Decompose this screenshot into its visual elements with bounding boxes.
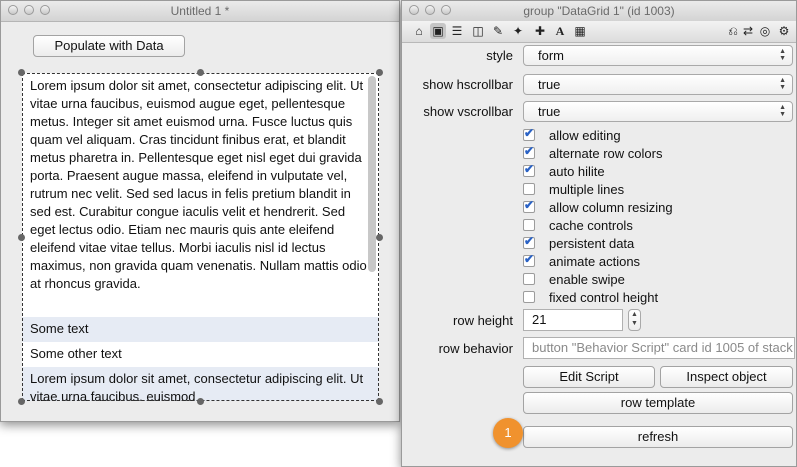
resize-handle-bottom-left[interactable] (18, 398, 25, 405)
cache-controls-label: cache controls (549, 217, 633, 233)
allow-editing-option[interactable]: allow editing (523, 126, 621, 144)
enable-swipe-option[interactable]: enable swipe (523, 270, 625, 288)
wand-icon[interactable]: ✦ (510, 23, 526, 39)
enable-swipe-checkbox[interactable] (523, 273, 535, 285)
fixed-control-height-option[interactable]: fixed control height (523, 288, 658, 306)
row-height-stepper[interactable]: ▲ ▼ (628, 309, 641, 331)
style-label: style (486, 48, 513, 63)
grid-row-2[interactable]: Some text (22, 317, 379, 342)
inspector-titlebar[interactable]: group "DataGrid 1" (id 1003) (402, 1, 796, 22)
lock-icon[interactable]: ⎌ (725, 23, 741, 39)
resize-handle-mid-right[interactable] (376, 234, 383, 241)
move-icon[interactable]: ✚ (532, 23, 548, 39)
inspector-toolbar: ⌂ ▣ ☰ ◫ ✎ ✦ ✚ A ▦ ⎌ ⇄ ◎ ⚙ (402, 21, 796, 43)
style-select[interactable]: form ▲ ▼ (523, 45, 793, 66)
show-vscrollbar-select[interactable]: true ▲ ▼ (523, 101, 793, 122)
persistent-data-option[interactable]: persistent data (523, 234, 634, 252)
grid-row-4[interactable]: Lorem ipsum dolor sit amet, consectetur … (22, 367, 379, 401)
home-icon[interactable]: ⌂ (411, 23, 427, 39)
auto-hilite-label: auto hilite (549, 163, 605, 179)
database-icon[interactable]: ◫ (470, 23, 486, 39)
resize-handle-bottom-center[interactable] (197, 398, 204, 405)
alternate-row-colors-label: alternate row colors (549, 145, 663, 161)
auto-hilite-option[interactable]: auto hilite (523, 162, 605, 180)
allow-editing-checkbox[interactable] (523, 126, 535, 141)
resize-handle-top-right[interactable] (376, 69, 383, 76)
data-grid[interactable]: Lorem ipsum dolor sit amet, consectetur … (22, 73, 379, 401)
allow-editing-label: allow editing (549, 127, 621, 143)
window-title: Untitled 1 * (170, 4, 230, 18)
cache-controls-checkbox[interactable] (523, 219, 535, 231)
edit-script-button[interactable]: Edit Script (523, 366, 655, 388)
grid-row-1[interactable]: Lorem ipsum dolor sit amet, consectetur … (22, 73, 379, 317)
unlink-icon[interactable]: ⇄ (740, 23, 756, 39)
step-badge: 1 (493, 418, 523, 448)
select-arrows-icon: ▲ ▼ (779, 48, 786, 62)
animate-actions-option[interactable]: animate actions (523, 252, 640, 270)
alternate-row-colors-checkbox[interactable] (523, 144, 535, 159)
text-icon[interactable]: A (552, 23, 568, 39)
populate-with-data-button[interactable]: Populate with Data (33, 35, 185, 57)
multiple-lines-option[interactable]: multiple lines (523, 180, 624, 198)
window-titlebar[interactable]: Untitled 1 * (1, 1, 399, 22)
fixed-control-height-checkbox[interactable] (523, 291, 535, 303)
show-hscrollbar-label: show hscrollbar (422, 77, 513, 92)
grid-row-3[interactable]: Some other text (22, 342, 379, 367)
inspector-title: group "DataGrid 1" (id 1003) (523, 4, 675, 18)
auto-hilite-checkbox[interactable] (523, 162, 535, 177)
select-arrows-icon: ▲ ▼ (779, 104, 786, 118)
grid-icon[interactable]: ▦ (572, 23, 588, 39)
show-vscrollbar-label: show vscrollbar (423, 104, 513, 119)
gear-icon[interactable]: ⚙ (776, 23, 792, 39)
show-hscrollbar-select[interactable]: true ▲ ▼ (523, 74, 793, 95)
select-arrows-icon: ▲ ▼ (779, 77, 786, 91)
row-height-field[interactable]: 21 (523, 309, 623, 331)
alternate-row-colors-option[interactable]: alternate row colors (523, 144, 662, 162)
resize-handle-bottom-right[interactable] (376, 398, 383, 405)
persistent-data-label: persistent data (549, 235, 635, 251)
cache-controls-option[interactable]: cache controls (523, 216, 633, 234)
allow-column-resizing-label: allow column resizing (549, 199, 673, 215)
fixed-control-height-label: fixed control height (549, 289, 659, 305)
style-value: form (538, 48, 564, 63)
show-vscrollbar-value: true (538, 104, 561, 119)
animate-actions-checkbox[interactable] (523, 252, 535, 267)
resize-handle-mid-left[interactable] (18, 234, 25, 241)
target-icon[interactable]: ◎ (757, 23, 773, 39)
pencil-icon[interactable]: ✎ (490, 23, 506, 39)
persistent-data-checkbox[interactable] (523, 234, 535, 249)
property-inspector-window: group "DataGrid 1" (id 1003) ⌂ ▣ ☰ ◫ ✎ ✦… (401, 0, 797, 467)
grid-vertical-scrollbar[interactable] (368, 76, 376, 272)
inspect-object-button[interactable]: Inspect object (660, 366, 793, 388)
list-icon[interactable]: ☰ (449, 23, 465, 39)
card-icon[interactable]: ▣ (430, 23, 446, 39)
allow-column-resizing-checkbox[interactable] (523, 198, 535, 213)
refresh-button[interactable]: refresh (523, 426, 793, 448)
multiple-lines-checkbox[interactable] (523, 183, 535, 195)
row-template-button[interactable]: row template (523, 392, 793, 414)
resize-handle-top-left[interactable] (18, 69, 25, 76)
multiple-lines-label: multiple lines (549, 181, 625, 197)
enable-swipe-label: enable swipe (549, 271, 625, 287)
row-height-label: row height (453, 313, 513, 328)
row-behavior-field[interactable]: button "Behavior Script" card id 1005 of… (523, 337, 795, 359)
allow-column-resizing-option[interactable]: allow column resizing (523, 198, 673, 216)
resize-handle-top-center[interactable] (197, 69, 204, 76)
animate-actions-label: animate actions (549, 253, 641, 269)
show-hscrollbar-value: true (538, 77, 561, 92)
row-behavior-label: row behavior (438, 341, 513, 356)
